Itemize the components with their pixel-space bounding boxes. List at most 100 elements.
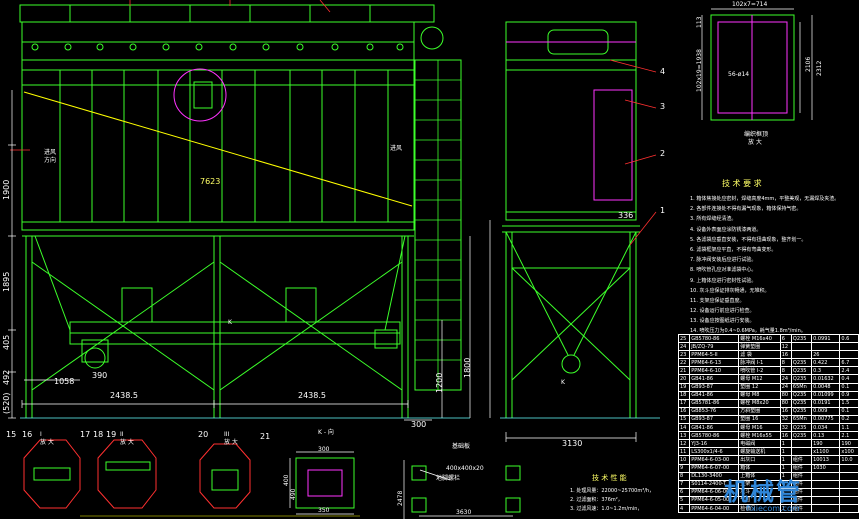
callout-1: 1 [660,206,666,215]
bom-cell [839,495,859,505]
front-elevation [19,4,462,418]
bom-cell: LS300x1/4-6 [689,447,740,457]
performance-line: 2. 过滤面积：376m²， [570,497,623,503]
bom-cell: Q235 [790,423,813,433]
bom-row: 23 PPM64-5-II 滤 袋 16 26 [677,350,859,360]
top-view-scale: 放 大 [748,139,762,146]
performance-line: 1. 处理风量：22000~25700m³/h， [570,488,655,494]
dim-flange-350: 350 [318,507,330,514]
bom-cell [811,503,841,514]
bom-cell [839,479,859,489]
dim-390: 390 [92,371,108,380]
note-line: 13. 设备应按图纸进行安装。 [690,318,755,325]
dim-holes: 56-ø14 [728,71,750,78]
inlet-label-right: 进风 [390,145,403,152]
bom-cell: GB41-86 [689,374,740,384]
detail-circles [23,439,251,509]
bom-cell: Q235 [790,374,813,384]
bom-cell: Q235 [790,406,813,416]
plate-caption: 基础板 [452,443,471,450]
bom-cell: GB93-87 [689,382,740,392]
callout-20: 20 [198,430,209,439]
bom-cell: 80 [779,390,792,400]
bom-cell: 16 [779,350,792,360]
plate-caption2: 地脚螺栏 [436,475,461,482]
bom-cell: 0.0191 [811,398,841,408]
bom-cell: x100 [839,447,859,457]
note-line: 9. 上箱体应进行密封性试验。 [690,277,757,284]
bom-row: 15 GB93-87 垫圈 16 32 65Mn 0.00775 0.2 [677,414,859,425]
dim-height-upper: 1900 [2,179,11,200]
bom-cell [811,342,841,352]
bom-cell: PPM64-6-03-00 [689,455,740,465]
bom-row: 10 PPM64-6-03-00 出灰口 1 组件 10013 10.0 [677,455,859,465]
bom-row: 20 GB41-86 螺母 M12 24 Q235 0.01632 0.4 [677,374,859,384]
technical-requirements: 技 术 要 求 1. 箱体焦接处应密封，焊缝高度4mm，平整美观，无漏焊及夹渣。… [690,178,858,338]
dim-1058: 1058 [54,377,75,386]
dim-1800: 1800 [463,357,472,378]
bom-cell: 组件 [790,463,813,473]
bom-cell: 垫圈 12 [738,382,781,392]
note-line: 5. 各滤袋应垂直安装，不得有扭曲现象，整齐划一。 [690,236,807,243]
note-line: 8. 喷吹管孔应对准滤袋中心。 [690,267,757,274]
bom-cell [790,447,813,457]
bom-cell: 9 [677,463,691,473]
bom-cell: 20 [677,374,691,384]
dim-height-lower-a: 405 [2,334,11,350]
bom-cell [839,503,859,514]
callout-4: 4 [660,67,666,76]
detail-1-scale: 放 大 [40,439,54,446]
pulse-valve-row [31,43,404,51]
dim-plate-2478: 2478 [397,490,404,506]
dim-flange-490: 490 [290,488,297,500]
bom-cell: 24 [779,374,792,384]
bom-cell: 23 [677,350,691,360]
dim-top-width: 102x7=714 [732,1,768,8]
note-line: 1. 箱体焦接处应密封，焊缝高度4mm，平整美观，无漏焊及夹渣。 [690,196,840,202]
bom-cell: 螺母 M8 [738,390,781,400]
bom-cell: 箱体 [738,463,781,473]
cad-drawing-canvas[interactable]: { "dimensions": { "span_main": "7623", "… [0,0,859,519]
bom-row: 19 GB93-87 垫圈 12 24 65Mn 0.0048 0.1 [677,382,859,392]
bom-cell: 0.13 [811,431,841,441]
top-view [710,14,795,121]
top-view-caption: 编织框顶 [744,131,769,138]
bom-cell: 组件 [790,455,813,465]
bom-row: 25 GB5780-86 螺栓 M16x40 6 Q235 0.0991 0.6 [677,333,859,344]
bom-cell: Q235 [790,358,813,368]
dim-300: 300 [411,420,427,429]
section-label: K - 向 [318,429,334,436]
bom-cell: 1 [779,455,792,465]
note-line: 7. 脉冲阀安装后应进行试验。 [690,257,757,264]
bom-cell: 螺旋输送机 [738,447,781,457]
bom-cell: Q235 [790,431,813,441]
dim-flange-300: 300 [318,446,330,453]
note-line: 6. 滤袋框架应平直，不得有弯曲变形。 [690,246,777,253]
note-line: 4. 设备外表面应涂防锈漆两道。 [690,226,762,233]
dim-top-height: 102x19=1938 [696,49,703,92]
bom-cell: PPM64-5-II [689,350,740,360]
bom-cell: 1 [779,447,792,457]
bom-cell: 5 [677,495,691,505]
bom-cell: 24 [779,382,792,392]
bom-row: 18 GB41-86 螺母 M8 80 Q235 0.01099 0.9 [677,390,859,400]
bom-cell: 8 [779,366,792,376]
dim-336: 336 [618,211,634,220]
bom-cell: 0.3 [811,366,841,376]
dim-1200: 1200 [435,372,444,393]
bom-cell: 13 [677,431,691,441]
bom-cell: 0.422 [811,358,841,368]
bom-cell [839,471,859,481]
bom-cell: 螺母 M12 [738,374,781,384]
dim-bottom-right: 2438.5 [298,391,326,400]
k-mark: K [228,319,232,326]
span-dimension: 7623 [200,177,221,186]
bom-cell: 0.009 [811,406,841,416]
bom-cell: 出灰口 [738,455,781,465]
bom-cell [811,471,841,481]
bom-cell: 2.1 [839,431,859,441]
bom-cell: 10.0 [839,455,859,465]
bom-cell: 12 [677,439,691,449]
detail-3-scale: 放 大 [224,439,238,446]
bom-cell: 1030 [811,463,841,473]
